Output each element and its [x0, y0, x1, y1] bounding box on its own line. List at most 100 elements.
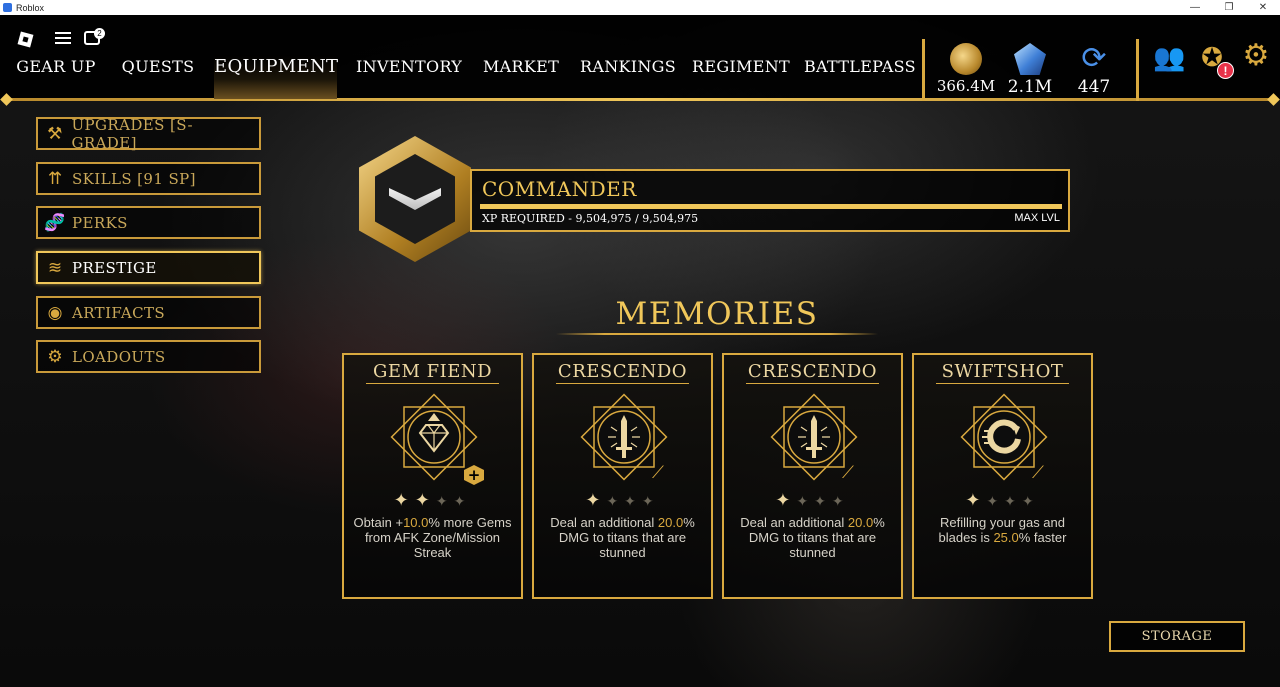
desc-text: Obtain +: [353, 515, 404, 530]
friends-icon[interactable]: 👥: [1153, 43, 1185, 73]
artifact-icon: ◉: [47, 302, 63, 323]
anvil-icon: ⚒: [47, 123, 63, 144]
hamburger-menu-icon[interactable]: [55, 32, 71, 44]
star-icon: ✦: [393, 490, 415, 511]
memory-card-title: CRESCENDO: [747, 361, 878, 382]
max-level-label: MAX LVL: [1014, 212, 1060, 224]
tab-market[interactable]: MARKET: [482, 55, 560, 99]
star-empty-icon: ✦: [641, 494, 660, 510]
sidebar-item-loadouts[interactable]: ⚙ LOADOUTS: [36, 340, 261, 373]
desc-value: 25.0: [993, 530, 1019, 545]
memory-card-stars: ✦✦✦✦: [914, 490, 1091, 511]
close-button[interactable]: ✕: [1246, 0, 1280, 15]
star-empty-icon: ✦: [624, 494, 642, 510]
star-empty-icon: ✦: [606, 494, 625, 510]
currency-gems: 2.1M: [1000, 43, 1060, 97]
tab-regiment[interactable]: REGIMENT: [692, 55, 790, 99]
memory-card-divider: [556, 383, 689, 384]
memory-card-divider: [936, 383, 1069, 384]
star-empty-icon: ✦: [453, 494, 472, 510]
sidebar-item-prestige[interactable]: ≋ PRESTIGE: [36, 251, 261, 284]
minimize-button[interactable]: —: [1178, 0, 1212, 15]
rank-panel: COMMANDER XP REQUIRED - 9,504,975 / 9,50…: [470, 169, 1070, 232]
currency-refresh-tokens: ⟳ 447: [1064, 41, 1124, 98]
memory-card-stars: ✦✦✦✦: [724, 490, 901, 511]
memory-card-title: SWIFTSHOT: [941, 361, 1064, 382]
tab-inventory[interactable]: INVENTORY: [356, 55, 462, 99]
desc-text: % faster: [1018, 530, 1067, 545]
desc-value: 20.0: [657, 515, 684, 530]
memory-card-divider: [366, 383, 499, 384]
gem-icon: [1014, 43, 1046, 75]
memory-card-stars: ✦✦✦✦: [344, 490, 521, 511]
tab-rankings[interactable]: RANKINGS: [580, 55, 676, 99]
nav-separator-right: [1136, 39, 1139, 101]
nav-separator-left: [922, 39, 925, 101]
memory-card-description: Refilling your gas and blades is 25.0% f…: [922, 515, 1083, 545]
window-controls: — ❐ ✕: [1178, 0, 1280, 15]
refresh-token-amount: 447: [1077, 77, 1111, 97]
star-empty-icon: ✦: [831, 494, 850, 510]
gold-coin-icon: [950, 43, 982, 75]
star-empty-icon: ✦: [435, 494, 454, 510]
memory-card-description: Deal an additional 20.0% DMG to titans t…: [732, 515, 893, 560]
roblox-logo-icon[interactable]: [17, 31, 34, 48]
sidebar-item-skills[interactable]: ⇈ SKILLS [91 SP]: [36, 162, 261, 195]
xp-required-text: XP REQUIRED - 9,504,975 / 9,504,975: [482, 212, 699, 225]
skill-arrows-icon: ⇈: [47, 168, 63, 189]
gear-icon[interactable]: ⚙: [1241, 41, 1271, 71]
star-empty-icon: ✦: [1021, 494, 1040, 510]
xp-progress-bar: [480, 204, 1062, 209]
star-empty-icon: ✦: [796, 494, 815, 510]
memory-card-swiftshot[interactable]: SWIFTSHOT ⟋ ✦✦✦✦ Refilling your gas and …: [912, 353, 1093, 599]
memories-title: MEMORIES: [615, 296, 819, 332]
star-icon: ✦: [585, 490, 607, 511]
memory-card-crescendo[interactable]: CRESCENDO ⟋ ✦✦✦✦ Deal an additional 20.0…: [722, 353, 903, 599]
memory-card-title: CRESCENDO: [557, 361, 688, 382]
loadout-gear-icon: ⚙: [47, 346, 63, 367]
star-empty-icon: ✦: [1004, 494, 1022, 510]
storage-button[interactable]: STORAGE: [1109, 621, 1245, 652]
roblox-app-icon: [3, 3, 12, 12]
memory-card-description: Deal an additional 20.0% DMG to titans t…: [542, 515, 703, 560]
chat-badge: 2: [94, 28, 105, 39]
memory-card-crescendo[interactable]: CRESCENDO ⟋ ✦✦✦✦ Deal an additional 20.0…: [532, 353, 713, 599]
sidebar-item-label: PERKS: [72, 213, 128, 232]
wand-icon: ⟋: [1032, 463, 1044, 483]
window-title: Roblox: [16, 2, 45, 13]
sidebar-item-label: PRESTIGE: [72, 258, 157, 277]
sidebar-item-label: SKILLS [91 SP]: [72, 169, 196, 188]
chevron-rank-icon: ≋: [47, 257, 63, 278]
tab-equipment[interactable]: EQUIPMENT: [214, 55, 338, 99]
memories-underline: [556, 333, 878, 335]
desc-text: Deal an additional: [740, 515, 848, 530]
sidebar-item-perks[interactable]: 🧬 PERKS: [36, 206, 261, 239]
tab-battlepass[interactable]: BATTLEPASS: [804, 55, 916, 99]
sidebar-item-label: UPGRADES [S- GRADE]: [71, 115, 193, 152]
memory-card-gem-fiend[interactable]: GEM FIEND + ✦✦✦✦ Obtain +10.0% more Gems…: [342, 353, 523, 599]
sidebar-item-artifacts[interactable]: ◉ ARTIFACTS: [36, 296, 261, 329]
tab-gear-up[interactable]: GEAR UP: [14, 55, 98, 99]
gold-amount: 366.4M: [936, 77, 996, 95]
desc-text: Deal an additional: [550, 515, 658, 530]
memory-card-divider: [746, 383, 879, 384]
window-titlebar: Roblox — ❐ ✕: [0, 0, 1280, 15]
star-icon: ✦: [965, 490, 987, 511]
memory-card-stars: ✦✦✦✦: [534, 490, 711, 511]
desc-value: 20.0: [847, 515, 874, 530]
star-icon: ✦: [414, 490, 436, 511]
top-nav-bar: 2 GEAR UP QUESTS EQUIPMENT INVENTORY MAR…: [0, 15, 1280, 106]
tab-quests[interactable]: QUESTS: [118, 55, 198, 99]
alert-badge: !: [1217, 62, 1234, 79]
desc-value: 10.0: [403, 515, 429, 530]
refresh-token-icon: ⟳: [1081, 41, 1107, 76]
sidebar-item-upgrades[interactable]: ⚒ UPGRADES [S- GRADE]: [36, 115, 261, 152]
dna-icon: 🧬: [44, 212, 66, 233]
currency-gold: 366.4M: [936, 43, 996, 95]
rank-name: COMMANDER: [482, 177, 637, 201]
star-icon: ✦: [775, 490, 797, 511]
memory-card-title: GEM FIEND: [372, 361, 493, 382]
maximize-button[interactable]: ❐: [1212, 0, 1246, 15]
star-empty-icon: ✦: [986, 494, 1005, 510]
sidebar-item-label: ARTIFACTS: [72, 303, 166, 322]
